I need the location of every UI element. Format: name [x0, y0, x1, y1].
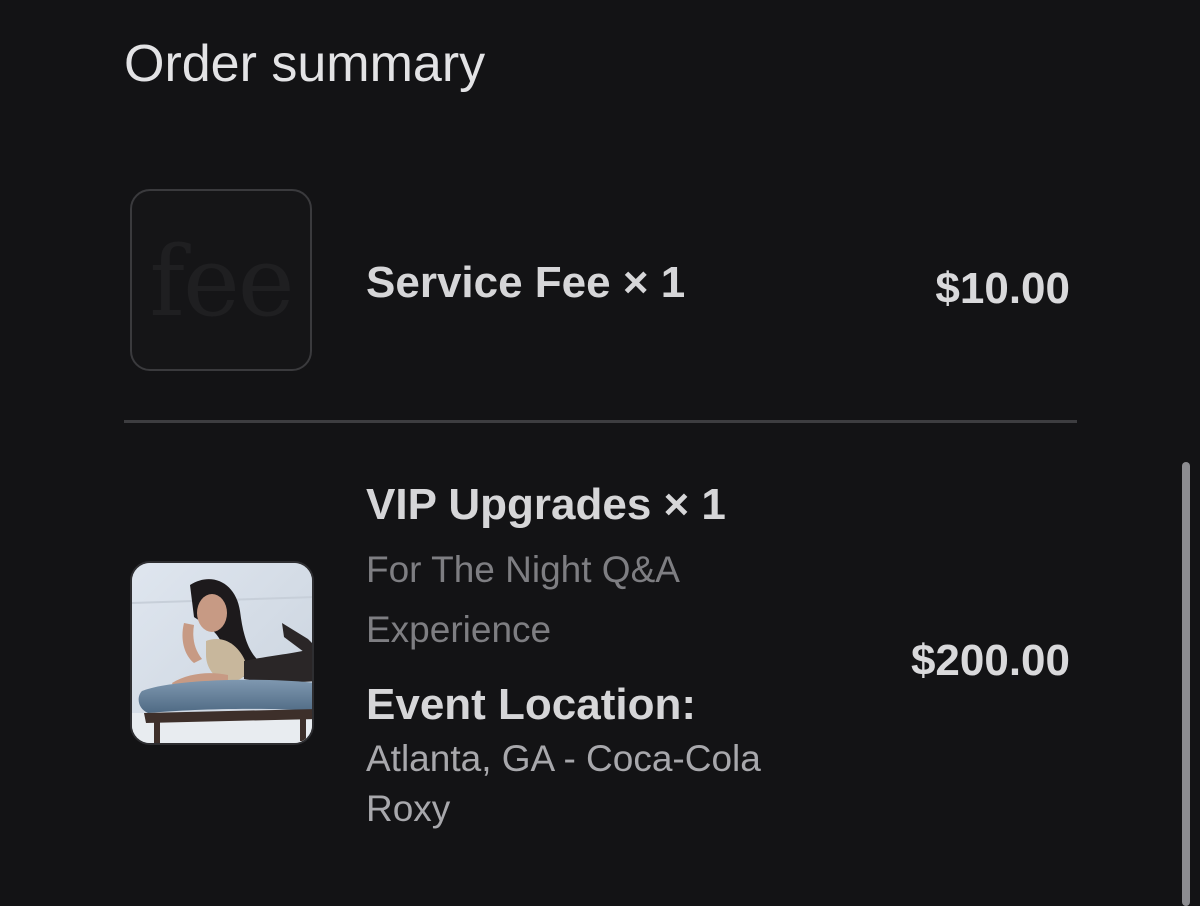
page-title: Order summary: [124, 35, 486, 93]
vip-photo-illustration: [132, 563, 312, 743]
service-fee-thumbnail: fee: [130, 189, 312, 371]
vip-subtitle-line-1: For The Night Q&A: [366, 549, 680, 590]
service-fee-name: Service Fee × 1: [366, 258, 686, 307]
vertical-scrollbar[interactable]: [1182, 462, 1190, 906]
vip-product-image: [130, 561, 314, 745]
service-fee-price: $10.00: [935, 264, 1070, 313]
fee-thumbnail-text: fee: [149, 226, 294, 338]
event-location-label: Event Location:: [366, 680, 697, 729]
vip-upgrades-price: $200.00: [910, 636, 1070, 685]
event-location-line-2: Roxy: [366, 788, 451, 829]
order-summary-page: Order summary fee Service Fee × 1 $10.00…: [0, 0, 1200, 906]
vip-subtitle-line-2: Experience: [366, 609, 552, 650]
event-location-line-1: Atlanta, GA - Coca-Cola: [366, 738, 761, 779]
vip-upgrades-name: VIP Upgrades × 1: [366, 480, 726, 529]
item-divider: [124, 420, 1077, 423]
